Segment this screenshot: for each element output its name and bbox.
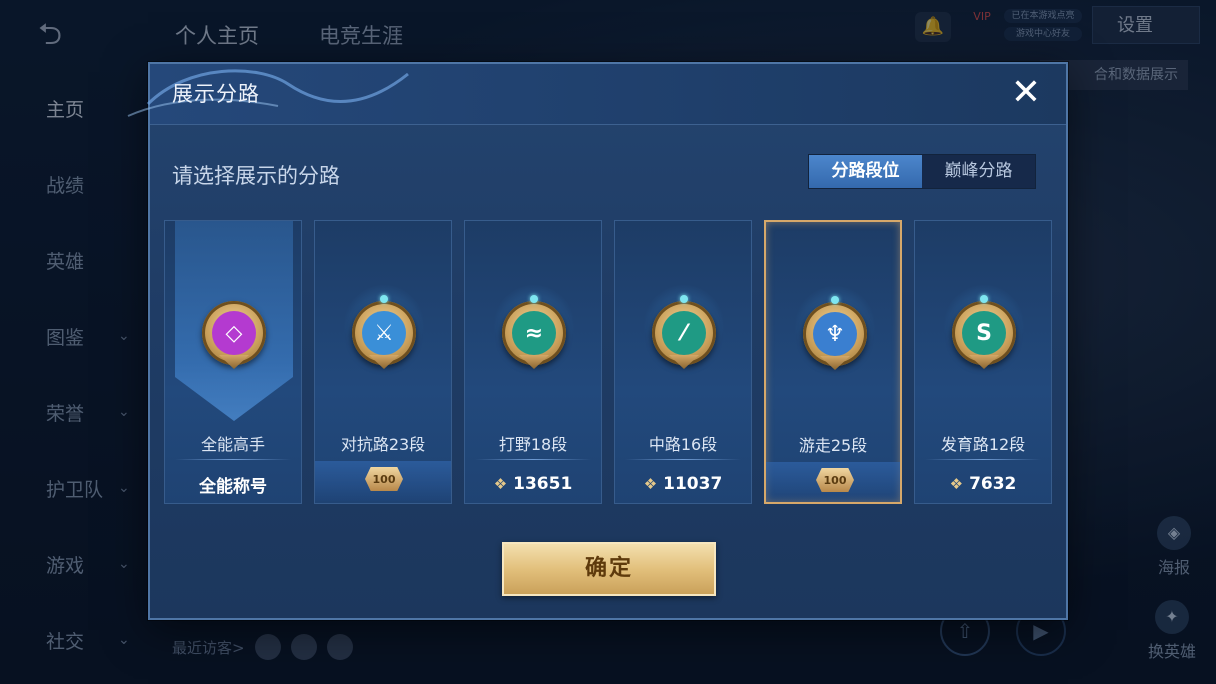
clash-lane-badge-icon: ⚔	[352, 295, 416, 369]
tab-lane-rank[interactable]: 分路段位	[809, 155, 922, 188]
card-divider	[625, 459, 741, 460]
all-round-badge-icon: ◇	[202, 301, 266, 369]
lane-card-name: 打野18段	[498, 435, 568, 454]
badge-gem	[680, 295, 688, 303]
lane-card-jungle[interactable]: ≈ 打野18段 ❖ 13651	[464, 220, 602, 504]
badge-inner: ⚔	[362, 311, 406, 355]
level-crest-icon: 100	[365, 467, 403, 491]
power-score: 11037	[663, 474, 723, 494]
lane-card-name: 中路16段	[648, 435, 718, 454]
level-crest-bar: 100	[315, 461, 451, 501]
badge-gem	[530, 295, 538, 303]
header-swirl-decoration	[127, 69, 409, 117]
jungle-badge-icon: ≈	[502, 295, 566, 369]
confirm-button[interactable]: 确定	[502, 542, 716, 596]
card-divider	[925, 459, 1041, 460]
badge-gem	[831, 296, 839, 304]
dialog-header: 展示分路 ✕	[127, 64, 1066, 125]
badge-inner: S	[962, 311, 1006, 355]
lane-card-name: 游走25段	[798, 436, 868, 455]
lane-card-footer: ❖ 11037	[615, 469, 751, 499]
power-score: 13651	[513, 474, 573, 494]
badge-base	[669, 355, 699, 369]
power-arrow-icon: ❖	[949, 475, 964, 493]
dialog-title: 展示分路	[172, 82, 260, 106]
card-divider	[175, 459, 291, 460]
badge-base	[519, 355, 549, 369]
tab-peak-lane[interactable]: 巅峰分路	[922, 155, 1035, 188]
badge-gem	[980, 295, 988, 303]
badge-base	[969, 355, 999, 369]
power-score: 7632	[969, 474, 1017, 494]
level-crest-bar: 100	[766, 462, 900, 502]
power-arrow-icon: ❖	[643, 475, 658, 493]
badge-gem	[380, 295, 388, 303]
card-divider	[475, 459, 591, 460]
crest-value: 100	[823, 473, 847, 487]
lane-card-clash-lane[interactable]: ⚔ 对抗路23段 100	[314, 220, 452, 504]
roam-badge-icon: ♆	[803, 296, 867, 370]
lane-card-all-round[interactable]: ◇ 全能高手 全能称号	[164, 220, 302, 504]
close-icon[interactable]: ✕	[1006, 73, 1046, 113]
badge-inner: ♆	[813, 312, 857, 356]
lane-card-mid-lane[interactable]: ⁄ 中路16段 ❖ 11037	[614, 220, 752, 504]
lane-card-roam[interactable]: ♆ 游走25段 100	[764, 220, 902, 504]
power-arrow-icon: ❖	[493, 475, 508, 493]
badge-inner: ⁄	[662, 311, 706, 355]
lane-card-footer: 全能称号	[165, 469, 301, 499]
badge-inner: ≈	[512, 311, 556, 355]
badge-inner: ◇	[212, 311, 256, 355]
lane-display-dialog: 展示分路 ✕ 请选择展示的分路 分路段位 巅峰分路 ◇ 全能高手 全能称号 ⚔	[127, 62, 1068, 620]
mid-lane-badge-icon: ⁄	[652, 295, 716, 369]
dialog-subtitle: 请选择展示的分路	[172, 164, 340, 188]
lane-card-name: 全能高手	[200, 435, 265, 454]
lane-card-name: 对抗路23段	[340, 435, 426, 454]
badge-base	[369, 355, 399, 369]
lane-type-toggle: 分路段位 巅峰分路	[808, 154, 1036, 189]
lane-card-footer: ❖ 7632	[915, 469, 1051, 499]
lane-card-list: ◇ 全能高手 全能称号 ⚔ 对抗路23段 100 ≈ 打野18段 ❖ 13651…	[164, 220, 1052, 504]
crest-value: 100	[372, 472, 396, 486]
lane-card-footer: ❖ 13651	[465, 469, 601, 499]
farm-lane-badge-icon: S	[952, 295, 1016, 369]
lane-card-name: 发育路12段	[940, 435, 1026, 454]
lane-card-farm-lane[interactable]: S 发育路12段 ❖ 7632	[914, 220, 1052, 504]
badge-base	[820, 356, 850, 370]
footer-text: 全能称号	[199, 476, 267, 497]
level-crest-icon: 100	[816, 468, 854, 492]
